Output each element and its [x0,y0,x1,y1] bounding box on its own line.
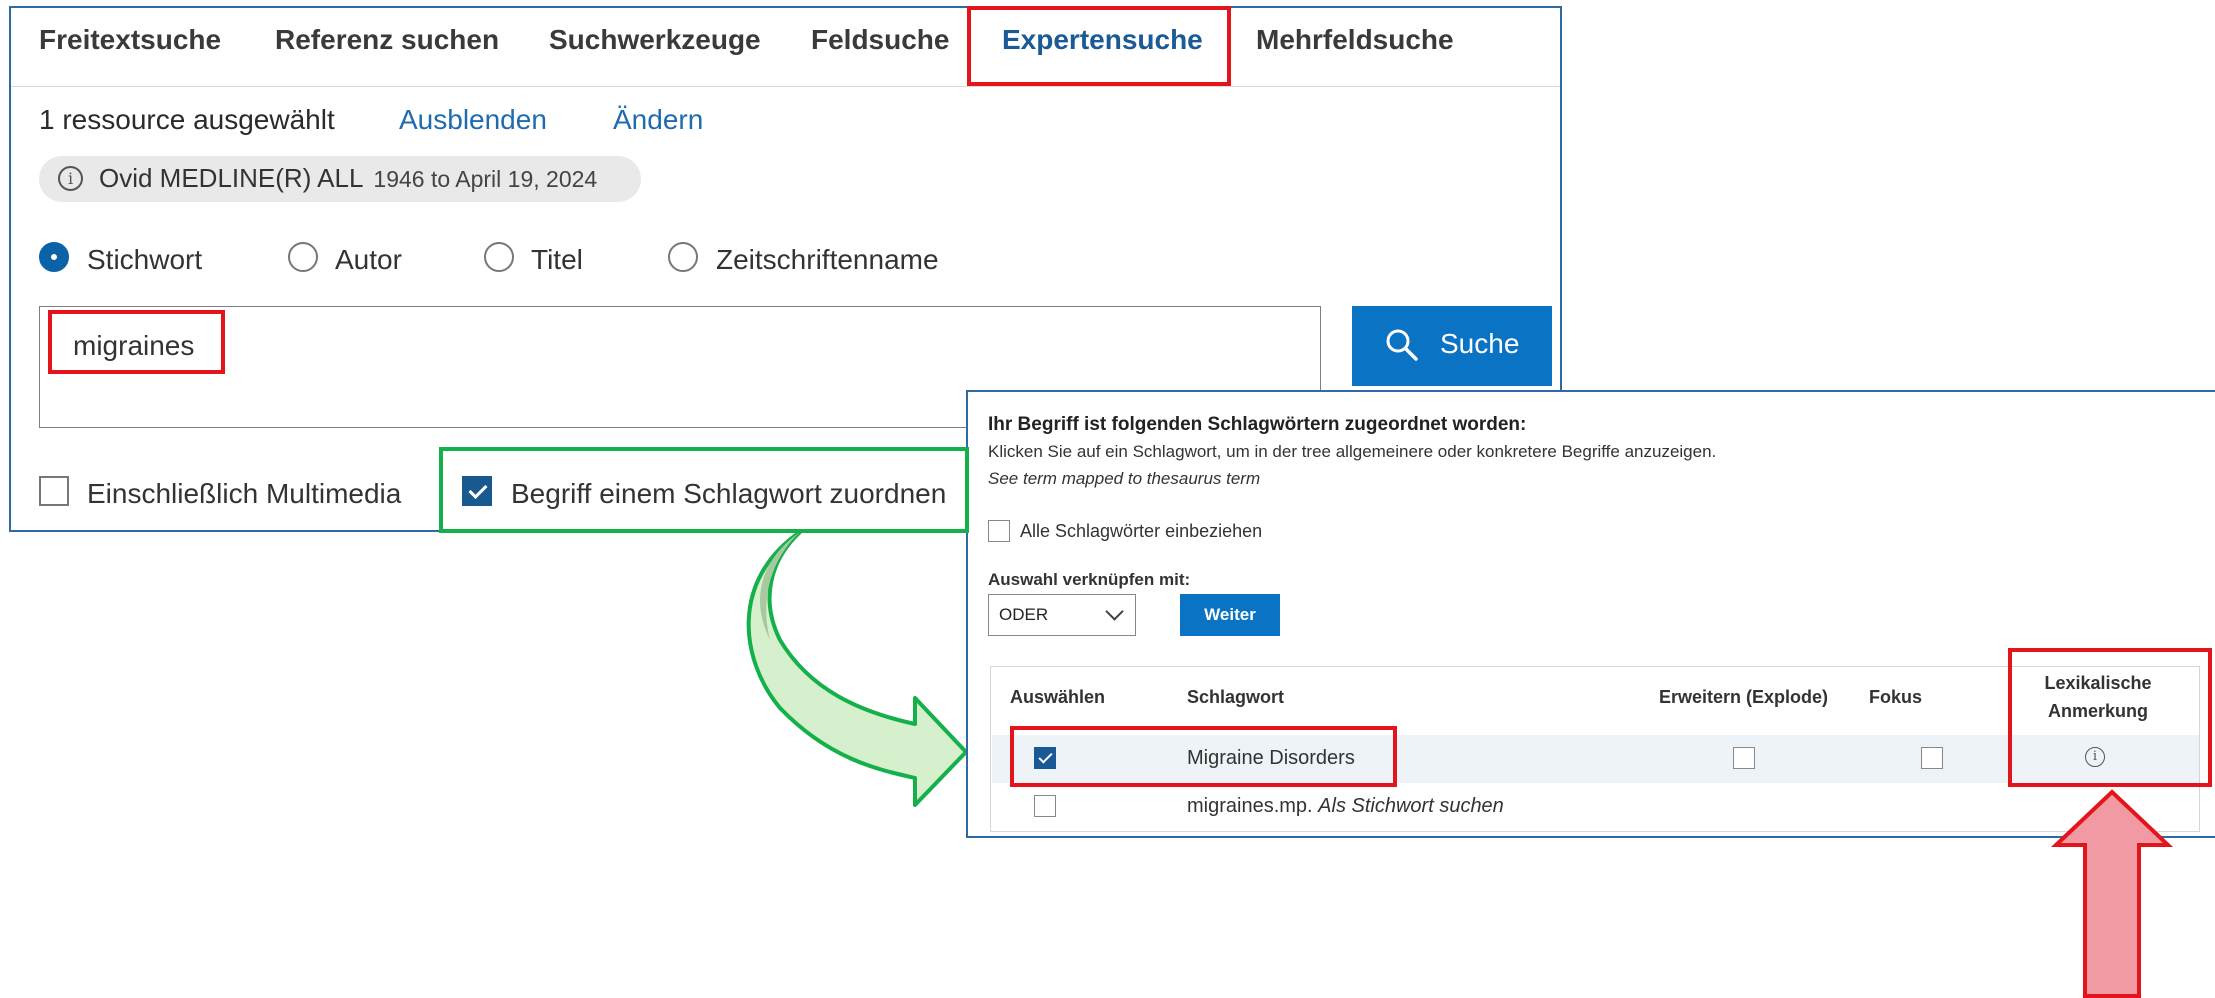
annotation-arrow-up [2050,789,2174,998]
